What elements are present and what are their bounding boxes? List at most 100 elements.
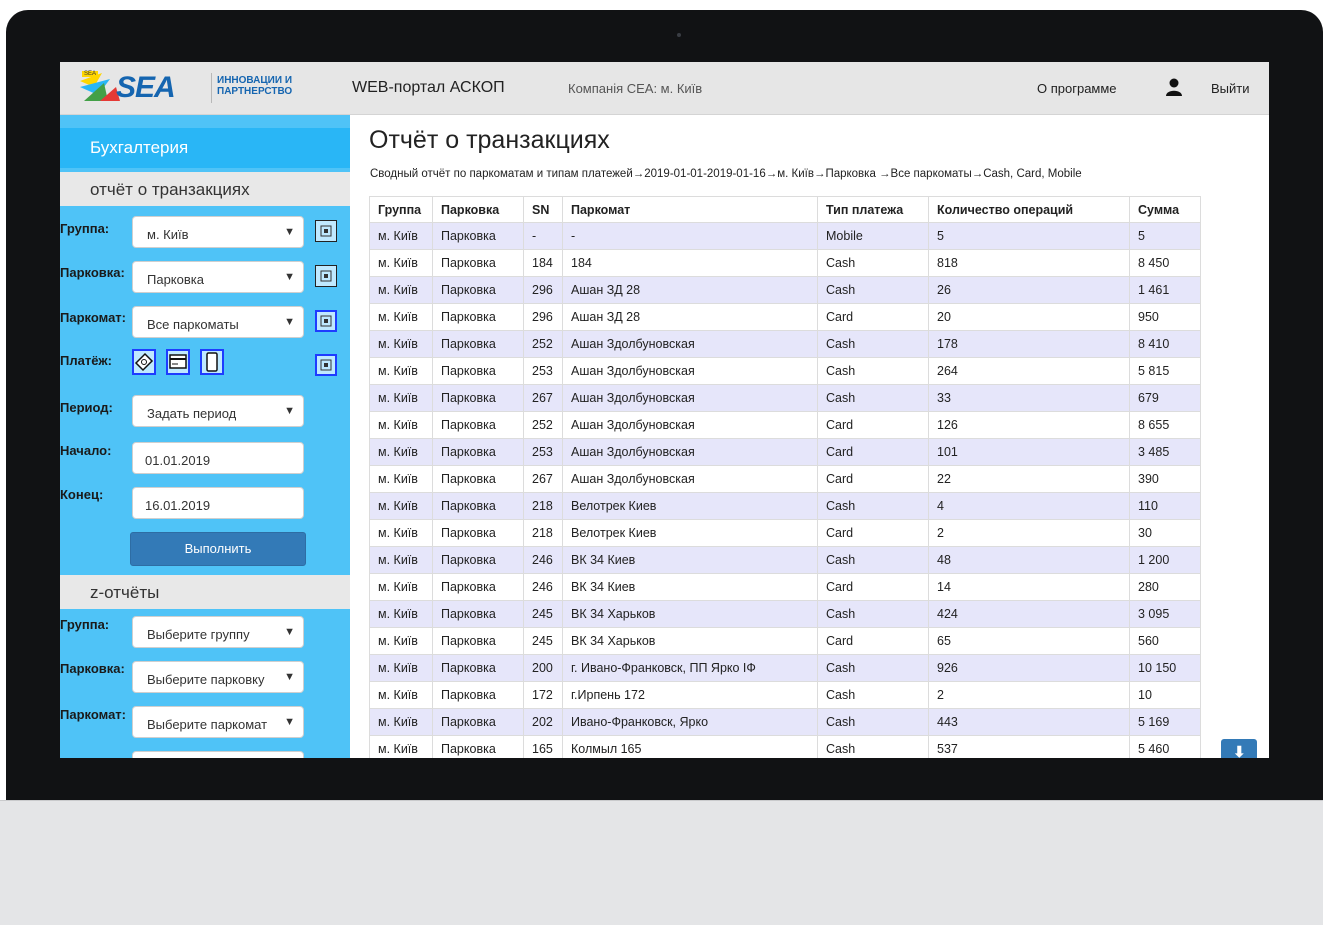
table-row[interactable]: м. Київ Парковка 267 Ашан Здолбуновская Cash…: [369, 384, 1201, 412]
meter-expand-icon[interactable]: [315, 310, 337, 332]
table-cell: Cash: [817, 600, 929, 628]
table-cell: м. Київ: [369, 438, 433, 466]
z-group-select[interactable]: Выберите группу ▼: [132, 616, 304, 648]
table-cell: 165: [523, 735, 563, 758]
table-cell: 1 461: [1129, 276, 1201, 304]
logo-tagline-line1: ИННОВАЦИИ И: [217, 75, 292, 86]
z-meter-select[interactable]: Выберите паркомат ▼: [132, 706, 304, 738]
table-row[interactable]: м. Київ Парковка 200 г. Ивано-Франковск, ПП…: [369, 654, 1201, 682]
parking-select-value: Парковка: [147, 272, 204, 287]
table-cell: Парковка: [432, 465, 524, 493]
table-row[interactable]: м. Київ Парковка 253 Ашан Здолбуновская Card…: [369, 438, 1201, 466]
column-header[interactable]: Паркомат: [562, 196, 818, 223]
table-cell: Велотрек Киев: [562, 492, 818, 520]
table-row[interactable]: м. Київ Парковка 165 Колмыл 165 Cash 537 5 460: [369, 735, 1201, 758]
user-icon[interactable]: [1166, 78, 1182, 96]
table-cell: 218: [523, 519, 563, 547]
transactions-table: Группа Парковка SN Паркомат Тип платежа …: [369, 196, 1201, 758]
about-link[interactable]: О программе: [1037, 81, 1117, 96]
table-cell: м. Київ: [369, 546, 433, 574]
table-row[interactable]: м. Київ Парковка 296 Ашан ЗД 28 Cash 26 1 461: [369, 276, 1201, 304]
table-cell: Card: [817, 573, 929, 601]
table-cell: 3 485: [1129, 438, 1201, 466]
table-cell: 679: [1129, 384, 1201, 412]
cash-icon[interactable]: [132, 349, 156, 375]
table-row[interactable]: м. Київ Парковка 172 г.Ирпень 172 Cash 2 10: [369, 681, 1201, 709]
table-cell: 33: [928, 384, 1130, 412]
table-cell: 252: [523, 330, 563, 358]
chevron-down-icon: ▼: [284, 405, 295, 417]
table-cell: ВК 34 Харьков: [562, 627, 818, 655]
end-date-input[interactable]: 16.01.2019: [132, 487, 304, 519]
period-select[interactable]: Задать период ▼: [132, 395, 304, 427]
column-header[interactable]: SN: [523, 196, 563, 223]
table-cell: 101: [928, 438, 1130, 466]
table-row[interactable]: м. Київ Парковка 218 Велотрек Киев Cash 4 110: [369, 492, 1201, 520]
payment-label: Платёж:: [60, 353, 112, 368]
z-period-select[interactable]: [132, 751, 304, 758]
logo-flag-icon: [80, 73, 120, 101]
mobile-icon[interactable]: [200, 349, 224, 375]
chevron-down-icon: ▼: [284, 271, 295, 283]
sidebar-title[interactable]: Бухгалтерия: [60, 128, 350, 168]
table-cell: Парковка: [432, 303, 524, 331]
chevron-down-icon: ▼: [284, 626, 295, 638]
table-cell: Парковка: [432, 384, 524, 412]
section-transactions-header[interactable]: отчёт о транзакциях: [60, 172, 350, 206]
logout-link[interactable]: Выйти: [1211, 81, 1250, 96]
table-cell: 8 410: [1129, 330, 1201, 358]
table-row[interactable]: м. Київ Парковка 245 ВК 34 Харьков Card 65 560: [369, 627, 1201, 655]
table-row[interactable]: м. Київ Парковка 296 Ашан ЗД 28 Card 20 950: [369, 303, 1201, 331]
meter-select[interactable]: Все паркоматы ▼: [132, 306, 304, 338]
table-row[interactable]: м. Київ Парковка 245 ВК 34 Харьков Cash 424 3 …: [369, 600, 1201, 628]
download-button[interactable]: ⬇: [1221, 739, 1257, 758]
group-select[interactable]: м. Київ ▼: [132, 216, 304, 248]
chevron-down-icon: ▼: [284, 226, 295, 238]
z-parking-select[interactable]: Выберите парковку ▼: [132, 661, 304, 693]
group-expand-icon[interactable]: [315, 220, 337, 242]
column-header[interactable]: Парковка: [432, 196, 524, 223]
parking-expand-icon[interactable]: [315, 265, 337, 287]
section-z-reports-header[interactable]: z-отчёты: [60, 575, 350, 609]
table-cell: Cash: [817, 330, 929, 358]
column-header[interactable]: Сумма: [1129, 196, 1201, 223]
table-row[interactable]: м. Київ Парковка 253 Ашан Здолбуновская Cash…: [369, 357, 1201, 385]
table-cell: 246: [523, 573, 563, 601]
download-icon: ⬇: [1233, 744, 1246, 758]
column-header[interactable]: Тип платежа: [817, 196, 929, 223]
start-date-input[interactable]: 01.01.2019: [132, 442, 304, 474]
table-cell: 253: [523, 357, 563, 385]
table-row[interactable]: м. Київ Парковка 252 Ашан Здолбуновская Cash…: [369, 330, 1201, 358]
table-row[interactable]: м. Київ Парковка 246 ВК 34 Киев Cash 48 1 200: [369, 546, 1201, 574]
column-header[interactable]: Группа: [369, 196, 433, 223]
table-cell: 184: [523, 249, 563, 277]
table-row[interactable]: м. Київ Парковка 202 Ивано-Франковск, Ярко C…: [369, 708, 1201, 736]
table-cell: м. Київ: [369, 573, 433, 601]
z-meter-select-value: Выберите паркомат: [147, 717, 268, 732]
column-header[interactable]: Количество операций: [928, 196, 1130, 223]
table-row[interactable]: м. Київ Парковка 218 Велотрек Киев Card 2 30: [369, 519, 1201, 547]
parking-select[interactable]: Парковка ▼: [132, 261, 304, 293]
table-cell: м. Київ: [369, 330, 433, 358]
screen: SEA SEA ИННОВАЦИИ И ПАРТНЕРСТВО WEB-порт…: [60, 62, 1269, 758]
table-cell: 253: [523, 438, 563, 466]
table-row[interactable]: м. Київ Парковка 246 ВК 34 Киев Card 14 280: [369, 573, 1201, 601]
run-button[interactable]: Выполнить: [130, 532, 306, 566]
table-row[interactable]: м. Київ Парковка 184 184 Cash 818 8 450: [369, 249, 1201, 277]
card-icon[interactable]: [166, 349, 190, 375]
z-parking-select-value: Выберите парковку: [147, 672, 265, 687]
sea-logo[interactable]: SEA SEA ИННОВАЦИИ И ПАРТНЕРСТВО: [80, 69, 320, 107]
table-cell: Колмыл 165: [562, 735, 818, 758]
table-row[interactable]: м. Київ Парковка 252 Ашан Здолбуновская Card…: [369, 411, 1201, 439]
table-cell: Card: [817, 438, 929, 466]
table-cell: Парковка: [432, 276, 524, 304]
table-cell: Card: [817, 627, 929, 655]
meter-select-value: Все паркоматы: [147, 317, 239, 332]
payment-expand-icon[interactable]: [315, 354, 337, 376]
table-cell: Cash: [817, 249, 929, 277]
table-row[interactable]: м. Київ Парковка - - Mobile 5 5: [369, 222, 1201, 250]
table-cell: м. Київ: [369, 681, 433, 709]
table-row[interactable]: м. Київ Парковка 267 Ашан Здолбуновская Card…: [369, 465, 1201, 493]
table-cell: 296: [523, 276, 563, 304]
table-cell: 5 815: [1129, 357, 1201, 385]
